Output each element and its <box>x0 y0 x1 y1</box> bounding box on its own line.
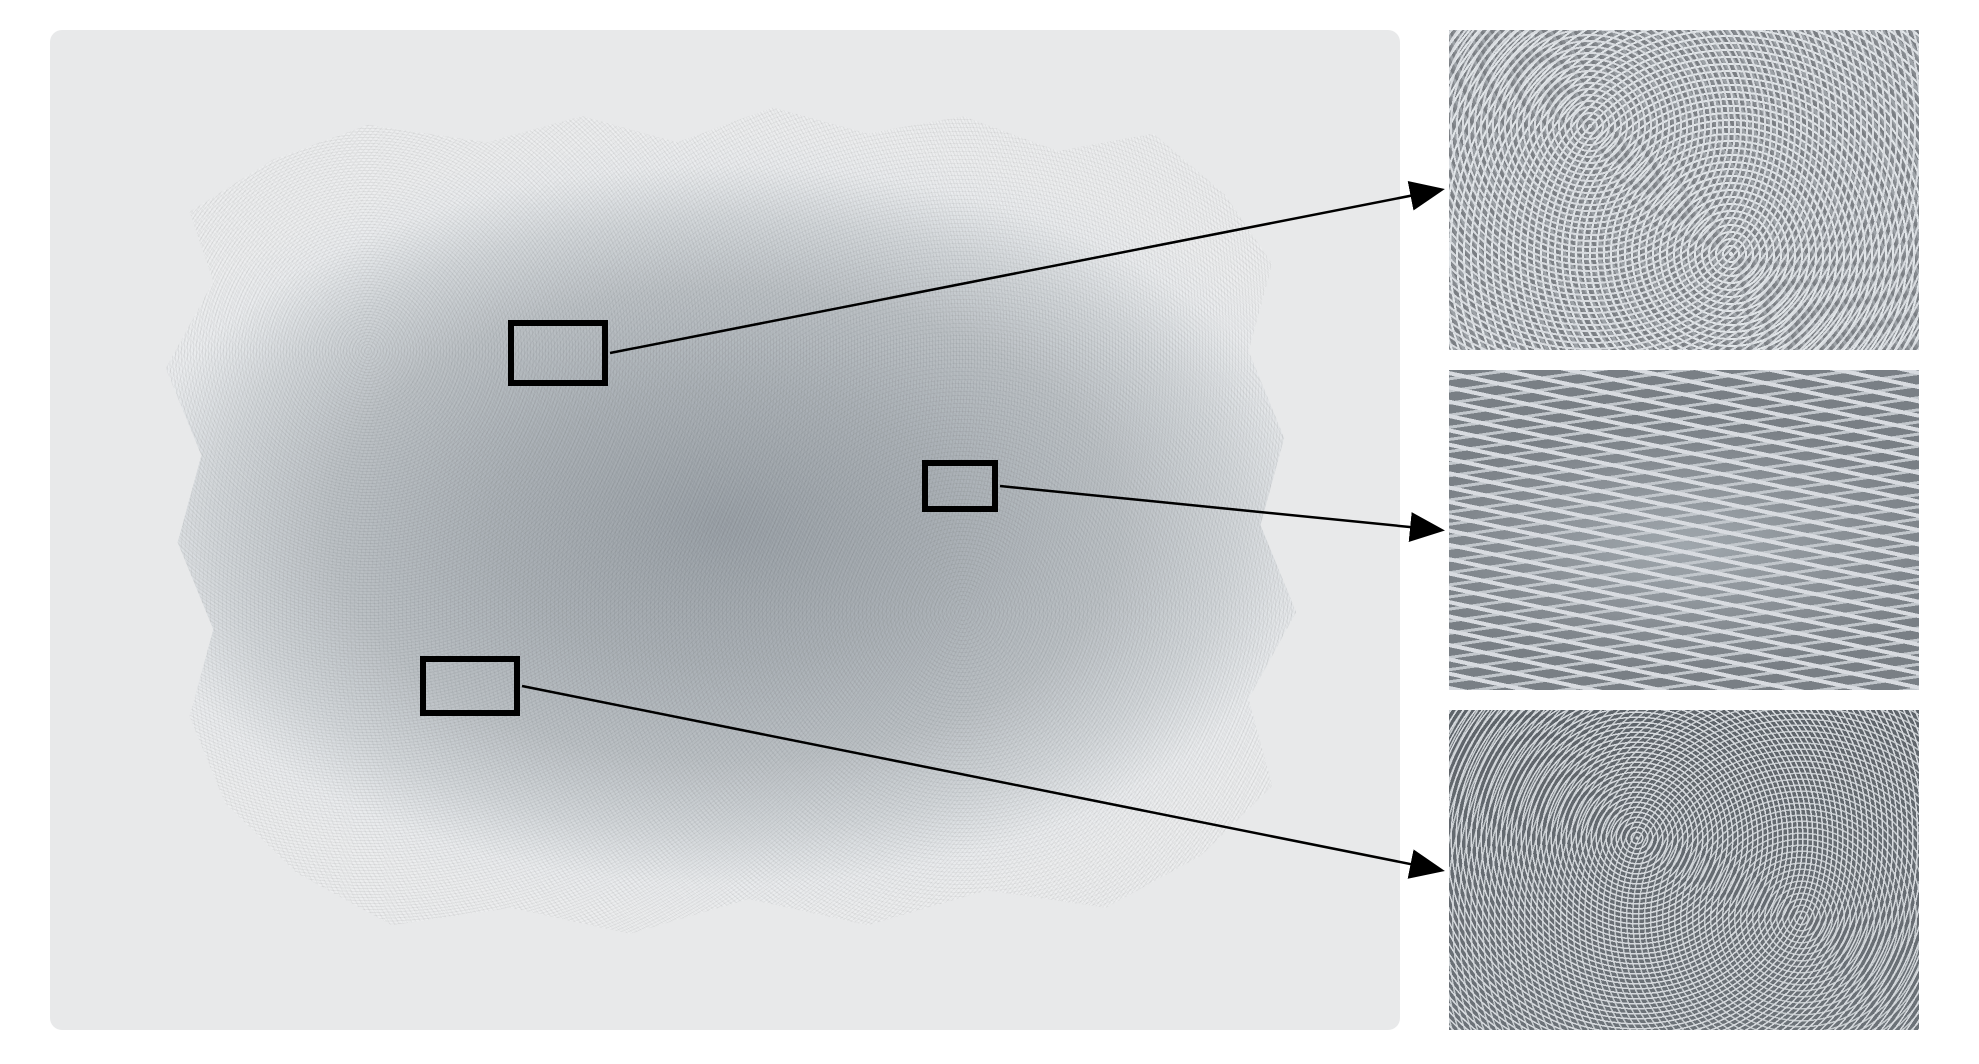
roi-middle <box>922 460 998 512</box>
whole-slide-background <box>50 30 1400 1030</box>
tissue-texture <box>130 90 1320 960</box>
roi-top <box>508 320 608 386</box>
figure-stage <box>0 0 1979 1064</box>
detail-middle <box>1449 370 1919 690</box>
detail-top <box>1449 30 1919 350</box>
detail-bottom <box>1449 710 1919 1030</box>
tissue-mass <box>130 90 1320 960</box>
roi-bottom <box>420 656 520 716</box>
